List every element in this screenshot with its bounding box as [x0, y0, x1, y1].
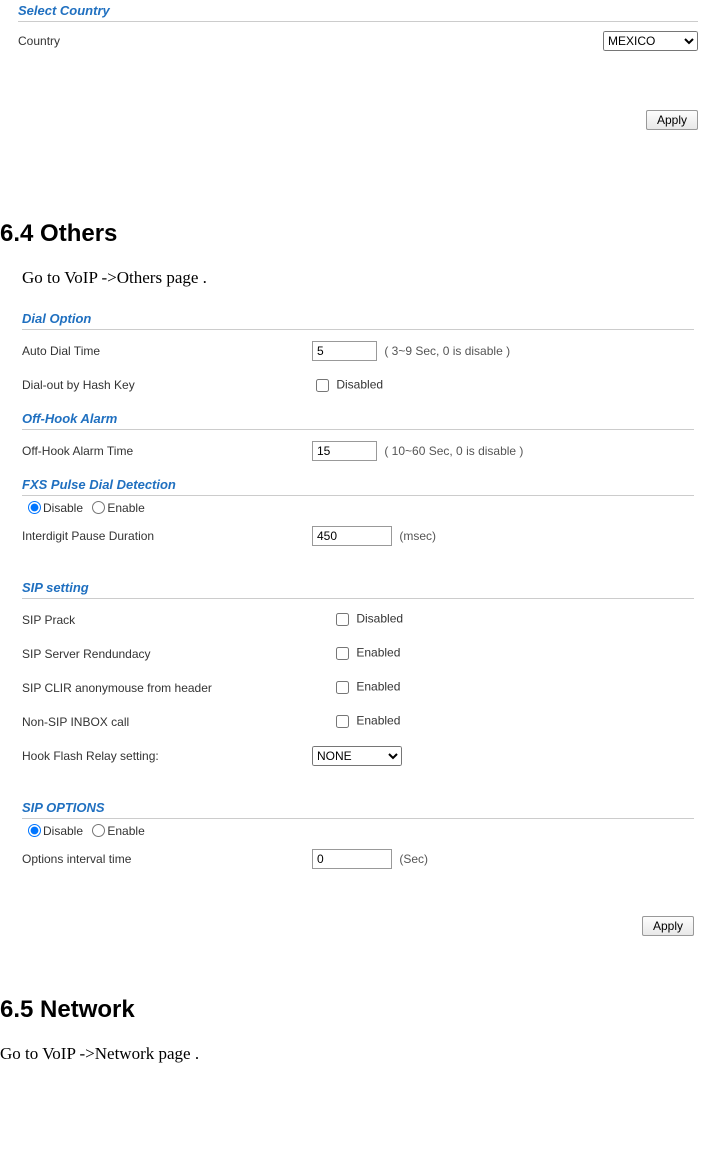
- text-others: Go to VoIP ->Others page .: [22, 268, 716, 288]
- sip-prack-text: Disabled: [356, 612, 403, 626]
- sip-options-enable-label: Enable: [107, 824, 144, 838]
- nonsip-text: Enabled: [356, 714, 400, 728]
- auto-dial-row: Auto Dial Time ( 3~9 Sec, 0 is disable ): [22, 334, 694, 368]
- dial-option-title: Dial Option: [22, 308, 694, 330]
- apply-button[interactable]: Apply: [646, 110, 698, 130]
- nonsip-label: Non-SIP INBOX call: [22, 715, 332, 729]
- apply-row: Apply: [0, 110, 698, 130]
- country-select[interactable]: MEXICO: [603, 31, 698, 51]
- interdigit-note: (msec): [399, 529, 436, 543]
- hookflash-label: Hook Flash Relay setting:: [22, 749, 312, 763]
- offhook-alarm-input[interactable]: [312, 441, 377, 461]
- options-interval-note: (Sec): [399, 852, 428, 866]
- auto-dial-input[interactable]: [312, 341, 377, 361]
- offhook-alarm-label: Off-Hook Alarm Time: [22, 444, 312, 458]
- country-row: Country MEXICO: [18, 27, 698, 55]
- options-interval-input[interactable]: [312, 849, 392, 869]
- auto-dial-label: Auto Dial Time: [22, 344, 312, 358]
- heading-others: 6.4 Others: [0, 220, 716, 248]
- sip-options-enable-radio[interactable]: [92, 824, 105, 837]
- dial-hash-text: Disabled: [336, 377, 383, 391]
- interdigit-row: Interdigit Pause Duration (msec): [22, 519, 694, 553]
- heading-network: 6.5 Network: [0, 996, 716, 1024]
- sip-prack-checkbox[interactable]: [336, 613, 349, 626]
- sip-prack-label: SIP Prack: [22, 613, 332, 627]
- sip-clir-text: Enabled: [356, 680, 400, 694]
- options-interval-label: Options interval time: [22, 852, 312, 866]
- sip-options-disable-label: Disable: [43, 824, 83, 838]
- select-country-title: Select Country: [18, 0, 698, 22]
- others-panel: Dial Option Auto Dial Time ( 3~9 Sec, 0 …: [0, 308, 716, 936]
- apply-row-2: Apply: [0, 916, 694, 936]
- apply-button-2[interactable]: Apply: [642, 916, 694, 936]
- fxs-disable-label: Disable: [43, 501, 83, 515]
- fxs-radio-group: Disable Enable: [22, 500, 694, 515]
- text-network: Go to VoIP ->Network page .: [0, 1044, 716, 1064]
- interdigit-label: Interdigit Pause Duration: [22, 529, 312, 543]
- sip-clir-checkbox[interactable]: [336, 681, 349, 694]
- options-interval-row: Options interval time (Sec): [22, 842, 694, 876]
- fxs-disable-radio[interactable]: [28, 501, 41, 514]
- nonsip-checkbox[interactable]: [336, 715, 349, 728]
- interdigit-input[interactable]: [312, 526, 392, 546]
- sip-options-title: SIP OPTIONS: [22, 797, 694, 819]
- fxs-enable-radio[interactable]: [92, 501, 105, 514]
- auto-dial-note: ( 3~9 Sec, 0 is disable ): [384, 344, 510, 358]
- sip-setting-title: SIP setting: [22, 577, 694, 599]
- fxs-title: FXS Pulse Dial Detection: [22, 474, 694, 496]
- sip-prack-row: SIP Prack Disabled: [22, 603, 694, 637]
- sip-redundancy-label: SIP Server Rendundacy: [22, 647, 332, 661]
- offhook-title: Off-Hook Alarm: [22, 408, 694, 430]
- dial-hash-row: Dial-out by Hash Key Disabled: [22, 368, 694, 402]
- offhook-alarm-row: Off-Hook Alarm Time ( 10~60 Sec, 0 is di…: [22, 434, 694, 468]
- dial-hash-checkbox[interactable]: [316, 379, 329, 392]
- sip-redundancy-row: SIP Server Rendundacy Enabled: [22, 637, 694, 671]
- sip-options-radio-group: Disable Enable: [22, 823, 694, 838]
- sip-options-disable-radio[interactable]: [28, 824, 41, 837]
- country-label: Country: [18, 34, 198, 48]
- fxs-enable-label: Enable: [107, 501, 144, 515]
- select-country-panel: Select Country Country MEXICO Apply: [0, 0, 716, 130]
- offhook-alarm-note: ( 10~60 Sec, 0 is disable ): [384, 444, 523, 458]
- hookflash-row: Hook Flash Relay setting: NONE: [22, 739, 694, 773]
- sip-clir-label: SIP CLIR anonymouse from header: [22, 681, 332, 695]
- sip-redundancy-text: Enabled: [356, 646, 400, 660]
- sip-redundancy-checkbox[interactable]: [336, 647, 349, 660]
- nonsip-row: Non-SIP INBOX call Enabled: [22, 705, 694, 739]
- dial-hash-label: Dial-out by Hash Key: [22, 378, 312, 392]
- sip-clir-row: SIP CLIR anonymouse from header Enabled: [22, 671, 694, 705]
- hookflash-select[interactable]: NONE: [312, 746, 402, 766]
